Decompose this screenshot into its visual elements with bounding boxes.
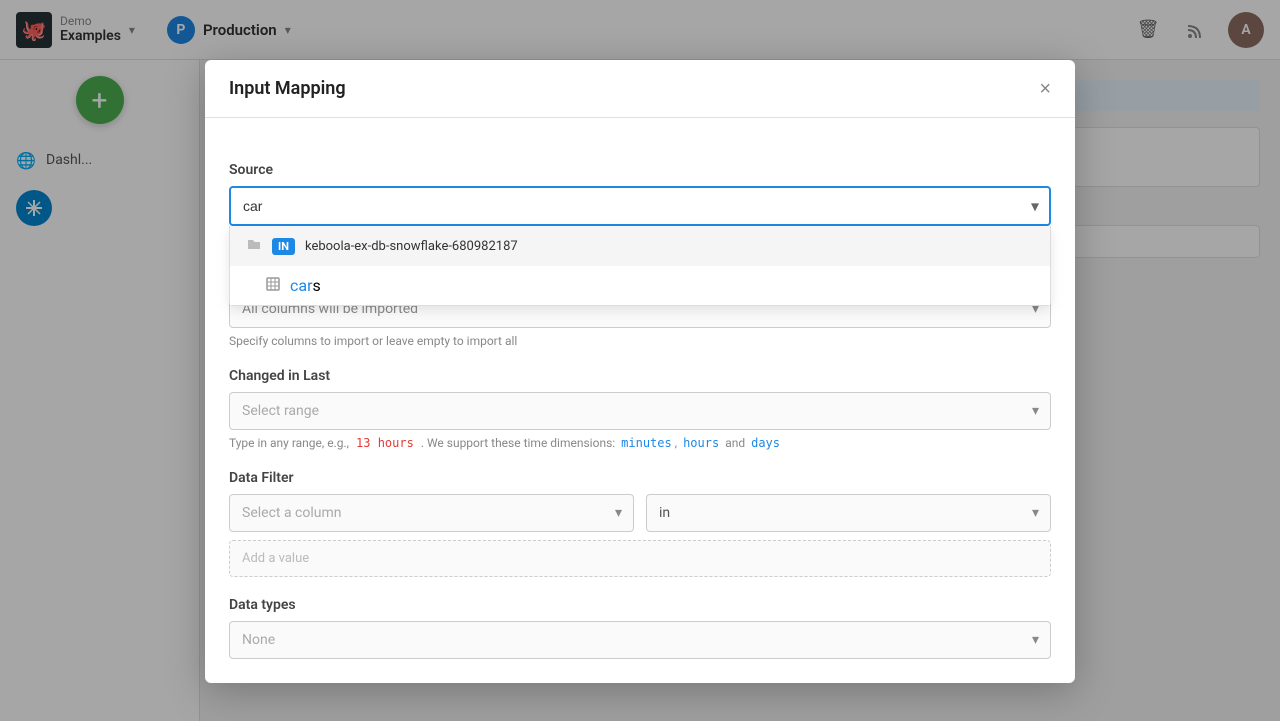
- table-name-label: cars: [290, 276, 321, 295]
- data-filter-op-placeholder: in: [659, 505, 670, 521]
- changed-in-last-select[interactable]: Select range: [229, 392, 1051, 430]
- add-value-label: Add a value: [242, 551, 309, 566]
- modal-body: Source ▾ IN keboola-ex-db-snowflake-68: [205, 118, 1075, 683]
- source-input[interactable]: [229, 186, 1051, 226]
- table-name-suffix: s: [313, 276, 321, 295]
- source-label: Source: [229, 162, 1051, 178]
- changed-hint-example: 13 hours: [356, 436, 414, 450]
- data-filter-section: Data Filter Select a column ▾ in ▾ Add a…: [229, 470, 1051, 577]
- dropdown-table-item[interactable]: cars: [230, 266, 1050, 305]
- changed-hint-prefix: Type in any range, e.g.,: [229, 436, 349, 450]
- bucket-name-label: keboola-ex-db-snowflake-680982187: [305, 239, 518, 254]
- modal-header: Input Mapping ×: [205, 60, 1075, 118]
- columns-hint: Specify columns to import or leave empty…: [229, 334, 1051, 348]
- table-name-highlight: car: [290, 276, 313, 295]
- changed-in-last-section: Changed in Last Select range ▾ Type in a…: [229, 368, 1051, 450]
- data-filter-row: Select a column ▾ in ▾: [229, 494, 1051, 532]
- data-types-select-wrapper: None ▾: [229, 621, 1051, 659]
- data-types-label: Data types: [229, 597, 1051, 613]
- add-value-box[interactable]: Add a value: [229, 540, 1051, 577]
- changed-placeholder: Select range: [242, 403, 319, 419]
- changed-hint-middle: . We support these time dimensions:: [421, 436, 615, 450]
- changed-hint: Type in any range, e.g., 13 hours . We s…: [229, 436, 1051, 450]
- source-dropdown-list: IN keboola-ex-db-snowflake-680982187: [229, 226, 1051, 306]
- source-input-wrapper: ▾ IN keboola-ex-db-snowflake-680982187: [229, 186, 1051, 226]
- data-filter-label: Data Filter: [229, 470, 1051, 486]
- data-types-placeholder: None: [242, 632, 275, 648]
- modal-title: Input Mapping: [229, 78, 346, 99]
- data-types-select[interactable]: None: [229, 621, 1051, 659]
- data-filter-column-select[interactable]: Select a column: [229, 494, 634, 532]
- data-types-section: Data types None ▾: [229, 597, 1051, 659]
- source-section: Source ▾ IN keboola-ex-db-snowflake-68: [229, 162, 1051, 226]
- modal-close-button[interactable]: ×: [1039, 79, 1051, 99]
- changed-hint-days: days: [751, 436, 780, 450]
- input-mapping-modal: Input Mapping × Source ▾: [205, 60, 1075, 683]
- folder-icon: [246, 236, 262, 256]
- data-filter-op-col: in ▾: [646, 494, 1051, 532]
- changed-select-wrapper: Select range ▾: [229, 392, 1051, 430]
- bucket-in-badge: IN: [272, 238, 295, 255]
- table-grid-icon: [266, 277, 280, 295]
- data-filter-op-select[interactable]: in: [646, 494, 1051, 532]
- changed-hint-hours: hours: [683, 436, 719, 450]
- changed-hint-minutes: minutes: [621, 436, 672, 450]
- data-filter-col-select: Select a column ▾: [229, 494, 634, 532]
- data-filter-col-placeholder: Select a column: [242, 505, 341, 521]
- changed-in-last-label: Changed in Last: [229, 368, 1051, 384]
- dropdown-bucket-item[interactable]: IN keboola-ex-db-snowflake-680982187: [230, 226, 1050, 266]
- changed-hint-and: and: [725, 436, 745, 450]
